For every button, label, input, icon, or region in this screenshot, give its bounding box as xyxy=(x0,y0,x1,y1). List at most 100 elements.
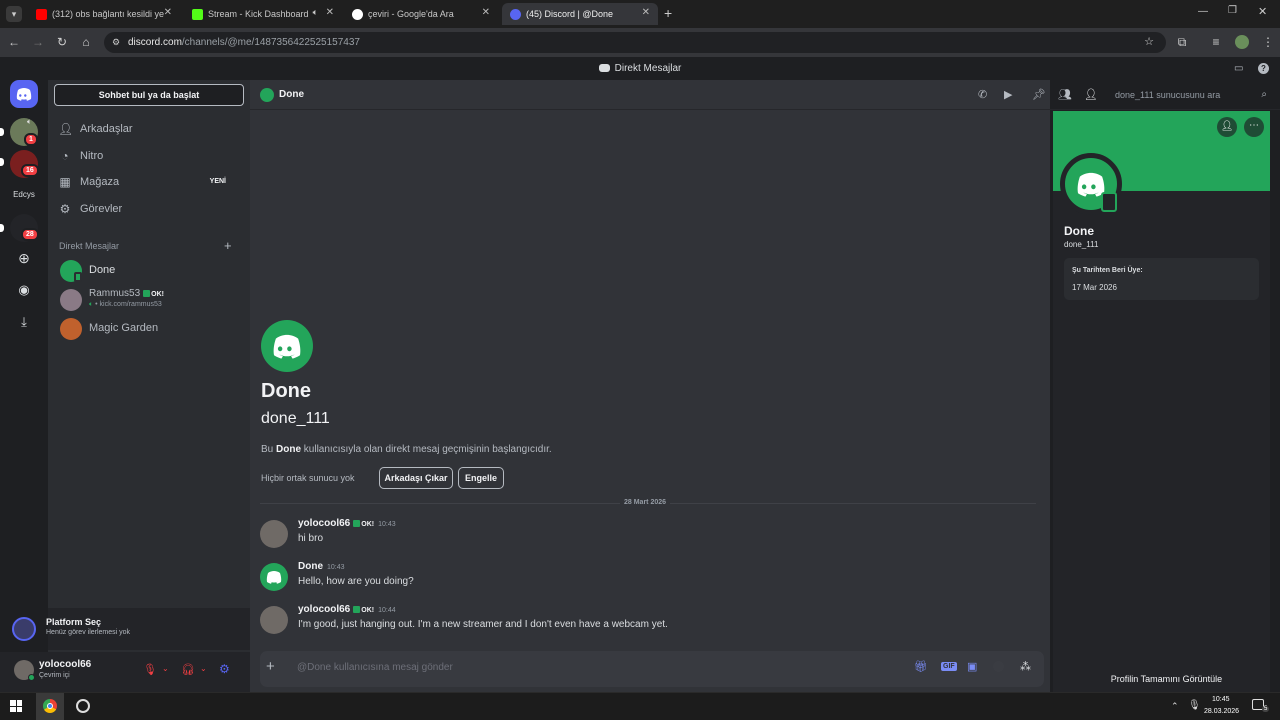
gift-icon[interactable]: 🎁︎ xyxy=(914,660,928,673)
help-icon[interactable]: ? xyxy=(1258,63,1269,74)
tray-overflow-icon[interactable]: ⌃ xyxy=(1171,701,1179,712)
new-tab-button[interactable]: + xyxy=(664,5,672,21)
home-button[interactable]: ⌂ xyxy=(78,35,94,49)
view-full-profile-link[interactable]: Profilin Tamamını Görüntüle xyxy=(1053,674,1280,684)
nav-friends[interactable]: 👤︎ Arkadaşlar xyxy=(58,117,234,141)
dm-header: Direkt Mesajlar xyxy=(59,241,120,251)
search-input[interactable]: done_111 sunucusunu ara ⌕ xyxy=(1107,84,1273,106)
back-button[interactable]: ← xyxy=(6,35,22,49)
video-call-icon[interactable]: ▶ xyxy=(1004,88,1012,101)
mute-mic-icon[interactable]: 🎙︎ xyxy=(143,663,157,676)
voice-call-icon[interactable]: ✆ xyxy=(978,88,987,101)
nav-label: Görevler xyxy=(80,203,123,215)
reload-button[interactable]: ↻ xyxy=(54,35,70,49)
profile-avatar[interactable] xyxy=(1235,35,1249,49)
avatar[interactable] xyxy=(260,520,288,548)
attach-plus-button[interactable]: + xyxy=(266,658,275,675)
minimize-button[interactable]: — xyxy=(1198,6,1208,17)
chevron-down-icon[interactable]: ⌄ xyxy=(162,664,169,673)
add-server-button[interactable]: ⊕ xyxy=(10,244,38,272)
nav-nitro[interactable]: ◔ Nitro xyxy=(58,144,234,168)
speaker-icon: 🔈︎ xyxy=(27,117,32,126)
chat-header-name[interactable]: Done xyxy=(279,89,304,100)
download-apps-button[interactable]: ⤓ xyxy=(10,308,38,336)
user-panel: yolocool66 Çevrim içi 🎙︎ ⌄ 🎧︎ ⌄ ⚙ xyxy=(0,652,250,692)
close-tab-icon[interactable]: ✕ xyxy=(164,7,172,18)
message-author[interactable]: yolocool66 OK! 10:43 xyxy=(298,518,396,529)
username[interactable]: yolocool66 xyxy=(39,659,91,670)
block-button[interactable]: Engelle xyxy=(458,467,504,489)
message[interactable]: Done 10:43 Hello, how are you doing? xyxy=(260,561,1020,599)
google-icon xyxy=(352,8,363,20)
restore-button[interactable]: ❐ xyxy=(1228,5,1237,16)
nav-quests[interactable]: ⚙ Görevler xyxy=(58,197,234,221)
emoji-icon[interactable] xyxy=(993,661,1004,672)
find-conversation-button[interactable]: Sohbet bul ya da başlat xyxy=(54,84,244,106)
message-input[interactable]: @Done kullanıcısına mesaj gönder xyxy=(297,662,857,673)
inbox-icon[interactable]: ▭ xyxy=(1234,57,1243,80)
add-friends-to-dm-icon[interactable]: 👥︎ xyxy=(1058,88,1072,101)
profile-display-name: Done xyxy=(1064,224,1094,238)
microphone-icon[interactable]: 🎙︎ xyxy=(1188,700,1201,711)
close-tab-icon[interactable]: ✕ xyxy=(326,7,334,18)
more-options-icon[interactable]: ⋯ xyxy=(1244,117,1264,137)
home-dm-button[interactable] xyxy=(10,80,38,108)
dm-name: Rammus53 OK! xyxy=(89,288,164,299)
chevron-down-icon[interactable]: ⌄ xyxy=(200,664,207,673)
gif-icon[interactable]: GIF xyxy=(941,662,957,671)
apps-icon[interactable]: ⁂ xyxy=(1020,660,1031,673)
sticker-icon[interactable]: ▣ xyxy=(967,660,977,673)
site-info-icon[interactable]: ⚙ xyxy=(112,32,120,53)
close-window-button[interactable]: ✕ xyxy=(1258,5,1267,18)
platform-title: Platform Seç xyxy=(46,617,102,627)
intro-avatar xyxy=(261,320,313,372)
bookmark-star-icon[interactable]: ☆ xyxy=(1144,32,1154,53)
settings-gear-icon[interactable]: ⚙ xyxy=(219,662,230,676)
dm-item-rammus53[interactable]: Rammus53 OK! 🔈︎ • kick.com/rammus53 xyxy=(56,286,240,314)
pinned-messages-icon[interactable]: 📌︎ xyxy=(1032,88,1046,101)
remove-friend-button[interactable]: Arkadaşı Çıkar xyxy=(379,467,453,489)
speaker-icon[interactable]: 🔈︎ xyxy=(313,7,318,18)
browser-tab-kick[interactable]: Stream - Kick Dashboard 🔈︎ ✕ xyxy=(184,3,342,25)
browser-tab-google[interactable]: çeviri - Google'da Ara ✕ xyxy=(344,3,498,25)
message-author[interactable]: Done 10:43 xyxy=(298,561,345,572)
message[interactable]: yolocool66 OK! 10:43 hi bro xyxy=(260,518,1020,556)
media-control-icon[interactable]: ≡ xyxy=(1208,35,1224,49)
message[interactable]: yolocool66 OK! 10:44 I'm good, just hangin… xyxy=(260,604,1020,642)
message-author[interactable]: yolocool66 OK! 10:44 xyxy=(298,604,396,615)
url-input[interactable]: ⚙ discord.com/channels/@me/1487356422525… xyxy=(104,32,1166,53)
mutual-servers[interactable]: Hiçbir ortak sunucu yok xyxy=(261,473,355,483)
close-tab-icon[interactable]: ✕ xyxy=(482,7,490,18)
dm-status: 🔈︎ • kick.com/rammus53 xyxy=(89,301,162,308)
platform-panel[interactable]: Platform Seç Henüz görev ilerlemesi yok xyxy=(12,608,250,650)
message-text: I'm good, just hanging out. I'm a new st… xyxy=(298,619,668,630)
date-divider-label: 28 Mart 2026 xyxy=(620,499,671,506)
tab-search-button[interactable]: ▾ xyxy=(6,6,22,22)
obs-taskbar-icon[interactable] xyxy=(76,699,90,713)
windows-start-icon[interactable] xyxy=(10,700,22,712)
taskbar-date[interactable]: 28.03.2026 xyxy=(1204,708,1239,715)
discover-button[interactable]: ◉ xyxy=(10,276,38,304)
chrome-taskbar-icon[interactable] xyxy=(36,693,64,720)
nav-shop[interactable]: ▦ Mağaza YENİ xyxy=(58,170,234,194)
avatar xyxy=(60,318,82,340)
add-friend-icon[interactable]: 👤︎ xyxy=(1217,117,1237,137)
ok-badge: OK! xyxy=(353,606,374,614)
browser-tab-discord[interactable]: (45) Discord | @Done ✕ xyxy=(502,3,658,25)
create-dm-button[interactable]: + xyxy=(224,238,232,253)
dm-item-done[interactable]: Done xyxy=(56,257,240,285)
browser-menu-icon[interactable]: ⋮ xyxy=(1260,35,1276,49)
discord-icon xyxy=(266,571,282,584)
avatar[interactable] xyxy=(260,563,288,591)
extensions-icon[interactable]: ⧉ xyxy=(1174,35,1190,50)
close-tab-icon[interactable]: ✕ xyxy=(642,7,650,18)
dm-item-magic-garden[interactable]: Magic Garden xyxy=(56,315,240,343)
taskbar-time[interactable]: 10:45 xyxy=(1212,696,1230,703)
intro-username: done_111 xyxy=(261,410,330,427)
unread-pill xyxy=(0,128,4,136)
browser-tab-youtube[interactable]: (312) obs bağlantı kesildi yenid ✕ xyxy=(28,3,180,25)
forward-button[interactable]: → xyxy=(30,35,46,49)
deafen-icon[interactable]: 🎧︎ xyxy=(181,663,195,676)
user-profile-icon[interactable]: 👤︎ xyxy=(1084,88,1098,101)
avatar[interactable] xyxy=(260,606,288,634)
